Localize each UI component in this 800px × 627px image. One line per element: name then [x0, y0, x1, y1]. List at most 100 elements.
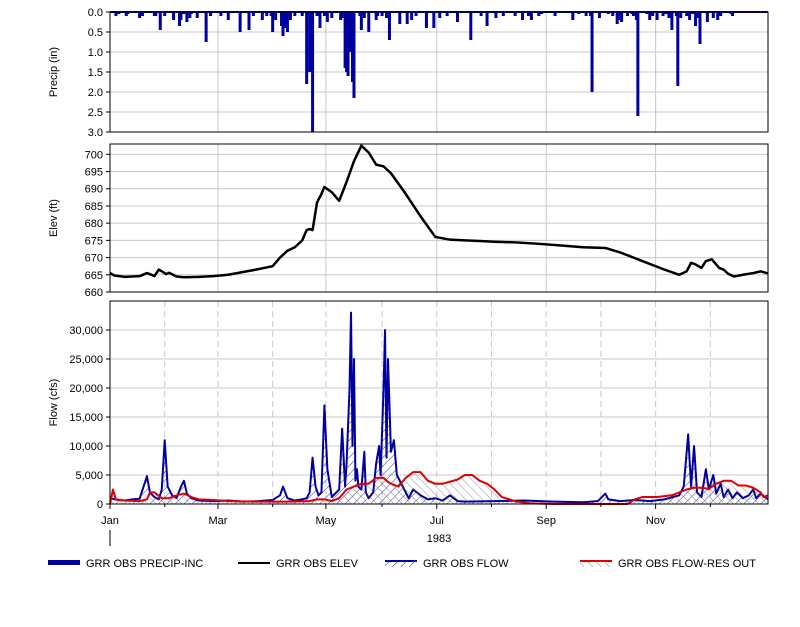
- precip-bar: [719, 12, 723, 16]
- y-tick-label: 0.0: [88, 7, 103, 19]
- legend-item: GRR OBS FLOW: [385, 558, 509, 570]
- precip-bar: [398, 12, 402, 24]
- precip-bar: [274, 12, 278, 20]
- precip-bar: [315, 12, 319, 16]
- precip-bar: [553, 12, 557, 16]
- precip-bar: [651, 12, 655, 16]
- y-tick-label: 670: [85, 253, 103, 265]
- y-tick-label: 30,000: [69, 325, 103, 337]
- y-tick-label: 695: [85, 167, 103, 179]
- precip-bar: [410, 12, 414, 20]
- precip-bar: [362, 12, 366, 18]
- legend-label: GRR OBS FLOW: [423, 558, 509, 570]
- legend-item: GRR OBS FLOW-RES OUT: [580, 558, 756, 570]
- precip-bar: [655, 12, 659, 20]
- precip-bar: [590, 12, 594, 92]
- panel-elev: 660 665 670 675 680 685 690 695 700 Elev (ft): [48, 143, 769, 299]
- y-tick-label: 1.5: [88, 67, 103, 79]
- legend-label: GRR OBS ELEV: [276, 558, 359, 570]
- y-tick-label: 665: [85, 270, 103, 282]
- y-tick-label: 1.0: [88, 47, 103, 59]
- y-tick-label: 20,000: [69, 383, 103, 395]
- legend-item: GRR OBS PRECIP-INC: [48, 558, 203, 570]
- precip-bar: [661, 12, 665, 16]
- precip-bar: [385, 12, 389, 18]
- legend-label: GRR OBS FLOW-RES OUT: [618, 558, 756, 570]
- precip-bar: [617, 12, 621, 20]
- precip-bar: [387, 12, 391, 40]
- precip-bar: [414, 12, 418, 16]
- precip-bar: [705, 12, 709, 22]
- y-axis-label: Flow (cfs): [48, 379, 60, 427]
- y-tick-label: 660: [85, 287, 103, 299]
- y-axis-label: Precip (in): [48, 47, 60, 97]
- precip-bar: [251, 12, 255, 16]
- x-tick-label: Nov: [646, 515, 666, 527]
- y-tick-label: 700: [85, 149, 103, 161]
- precip-bar: [325, 12, 329, 22]
- y-tick-label: 675: [85, 235, 103, 247]
- precip-bar: [455, 12, 459, 22]
- precip-bar: [432, 12, 436, 28]
- y-tick-label: 5,000: [75, 470, 103, 482]
- precip-bar: [636, 12, 640, 116]
- chart-root: 0.0 0.5 1.0 1.5 2.0 2.5 3.0 Precip (in) 660 665 67…: [0, 0, 800, 627]
- precip-bar: [330, 12, 334, 18]
- precip-bar: [479, 12, 483, 16]
- precip-bar: [537, 12, 541, 16]
- precip-bar: [141, 12, 145, 16]
- x-tick-label: Jan: [101, 515, 119, 527]
- precip-bar: [626, 12, 630, 16]
- precip-bar: [469, 12, 473, 40]
- precip-bar: [311, 12, 315, 132]
- precip-bar: [154, 12, 158, 16]
- legend-label: GRR OBS PRECIP-INC: [86, 558, 203, 570]
- precip-bar: [711, 12, 715, 18]
- y-tick-label: 685: [85, 201, 103, 213]
- hydrograph-chart: 0.0 0.5 1.0 1.5 2.0 2.5 3.0 Precip (in) 660 665 67…: [48, 7, 769, 570]
- y-tick-label: 10,000: [69, 441, 103, 453]
- precip-bar: [322, 12, 326, 16]
- precip-bar: [526, 12, 530, 16]
- precip-bar: [611, 12, 615, 16]
- precip-bar: [529, 12, 533, 20]
- y-tick-label: 15,000: [69, 412, 103, 424]
- y-axis-label: Elev (ft): [48, 199, 60, 237]
- x-tick-label: Jul: [430, 515, 444, 527]
- y-tick-label: 2.5: [88, 107, 103, 119]
- precip-bar: [163, 12, 167, 16]
- plot-frame: [109, 300, 769, 505]
- precip-bar: [226, 12, 230, 20]
- y-tick-label: 690: [85, 184, 103, 196]
- precip-bar: [694, 12, 698, 26]
- precip-bar: [438, 12, 442, 18]
- precip-bar: [318, 12, 322, 28]
- plot-frame: [109, 143, 769, 293]
- precip-bar: [485, 12, 489, 26]
- panel-precip: 0.0 0.5 1.0 1.5 2.0 2.5 3.0 Precip (in): [48, 7, 769, 139]
- precip-bar: [676, 12, 680, 86]
- y-tick-label: 0: [97, 499, 103, 511]
- precip-bar: [670, 12, 674, 30]
- precip-bar: [158, 12, 162, 30]
- precip-bar: [288, 12, 292, 20]
- precip-bar: [281, 12, 285, 36]
- legend-swatch: [48, 560, 80, 565]
- y-tick-label: 2.0: [88, 87, 103, 99]
- precip-bar: [405, 12, 409, 24]
- precip-bar: [494, 12, 498, 18]
- precip-bar: [195, 12, 199, 18]
- precip-bar: [631, 12, 635, 16]
- precip-bar: [285, 12, 289, 32]
- panel-flow: 0 5,000 10,000 15,000 20,000 25,000 30,000 Flow…: [48, 300, 769, 511]
- precip-bar: [352, 12, 356, 98]
- precip-bar: [648, 12, 652, 20]
- precip-bar: [698, 12, 702, 44]
- y-tick-label: 680: [85, 218, 103, 230]
- x-year-label: 1983: [427, 533, 451, 545]
- precip-bar: [445, 12, 449, 16]
- precip-bar: [209, 12, 213, 16]
- precip-bar: [305, 12, 309, 84]
- precip-bar: [367, 12, 371, 32]
- precip-bar: [265, 12, 269, 16]
